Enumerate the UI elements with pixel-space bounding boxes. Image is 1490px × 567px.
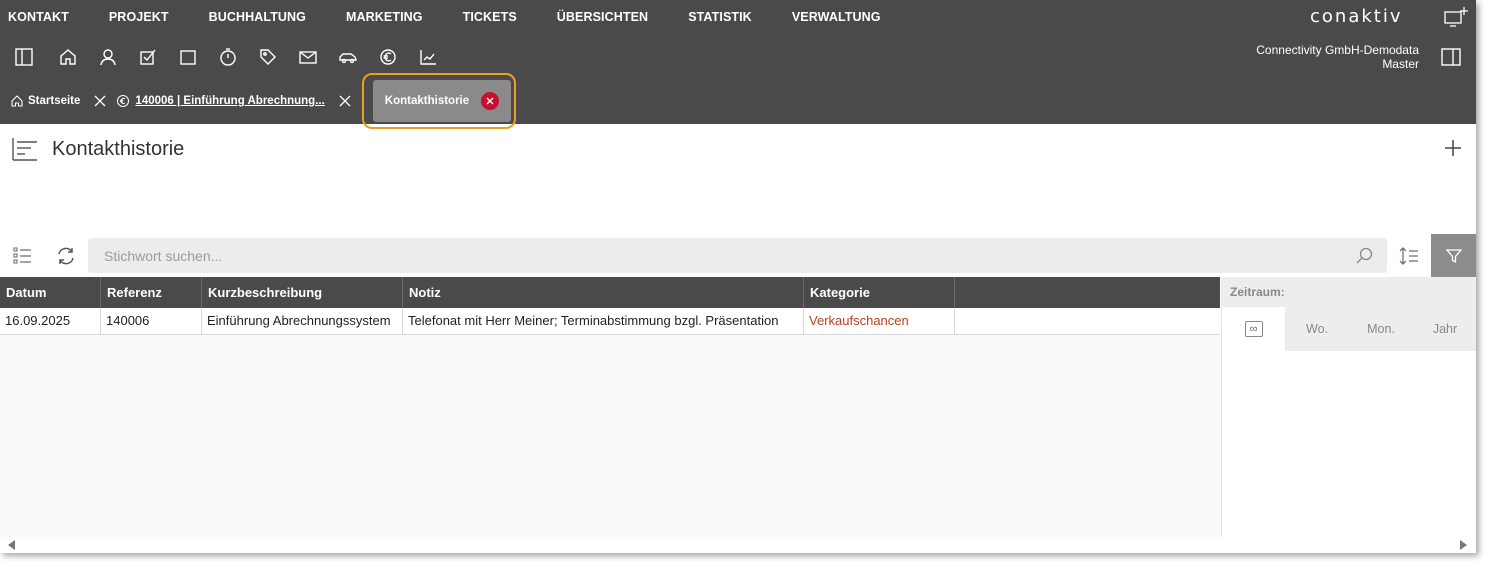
horizontal-scrollbar[interactable]: [0, 537, 1476, 553]
zeitraum-month-button[interactable]: Mon.: [1349, 307, 1413, 351]
menu-buchhaltung[interactable]: BUCHHALTUNG: [209, 10, 306, 24]
scroll-left-icon[interactable]: [8, 540, 15, 550]
main-menu: KONTAKT PROJEKT BUCHHALTUNG MARKETING TI…: [0, 0, 913, 34]
refresh-icon[interactable]: [55, 245, 77, 267]
zeitraum-label: Zeitraum:: [1222, 277, 1476, 307]
square-icon[interactable]: [168, 42, 208, 72]
company-database: Master: [1382, 57, 1419, 71]
filter-button[interactable]: [1431, 234, 1476, 277]
menu-uebersichten[interactable]: ÜBERSICHTEN: [557, 10, 648, 24]
zeitraum-all-button[interactable]: ∞: [1222, 307, 1285, 351]
close-icon[interactable]: [339, 95, 351, 107]
app-header: KONTAKT PROJEKT BUCHHALTUNG MARKETING TI…: [0, 0, 1476, 129]
conaktiv-logo: conaktiv: [1310, 6, 1403, 27]
monitor-add-icon[interactable]: [1443, 6, 1469, 28]
infinity-icon: ∞: [1244, 321, 1263, 337]
column-header-referenz[interactable]: Referenz: [101, 277, 202, 308]
company-info: Connectivity GmbH-Demodata Master: [1256, 43, 1419, 71]
quick-icon-bar: [0, 42, 448, 72]
zeitraum-week-button[interactable]: Wo.: [1285, 307, 1349, 351]
mail-icon[interactable]: [288, 42, 328, 72]
sidebar-toggle-icon[interactable]: [0, 42, 48, 72]
stopwatch-icon[interactable]: [208, 42, 248, 72]
menu-tickets[interactable]: TICKETS: [463, 10, 517, 24]
cell-kurzbeschreibung: Einführung Abrechnungssystem: [202, 308, 403, 335]
close-tab-button[interactable]: [481, 92, 500, 110]
scroll-right-icon[interactable]: [1460, 540, 1467, 550]
add-icon[interactable]: [1441, 136, 1465, 160]
tag-icon[interactable]: [248, 42, 288, 72]
euro-icon: [117, 95, 130, 107]
tab-label: Kontakthistorie: [384, 95, 470, 107]
cell-referenz: 140006: [101, 308, 202, 335]
menu-marketing[interactable]: MARKETING: [346, 10, 423, 24]
column-header-notiz[interactable]: Notiz: [403, 277, 804, 308]
task-checkbox-icon[interactable]: [128, 42, 168, 72]
table-header: Datum Referenz Kurzbeschreibung Notiz Ka…: [0, 277, 1220, 308]
person-icon[interactable]: [88, 42, 128, 72]
home-icon[interactable]: [48, 42, 88, 72]
filter-icon: [1445, 248, 1462, 263]
tab-kontakthistorie[interactable]: Kontakthistorie: [361, 73, 516, 129]
app-window: KONTAKT PROJEKT BUCHHALTUNG MARKETING TI…: [0, 0, 1476, 553]
menu-verwaltung[interactable]: VERWALTUNG: [792, 10, 881, 24]
cell-kategorie: Verkaufschancen: [804, 308, 955, 335]
column-header-datum[interactable]: Datum: [0, 277, 101, 308]
euro-icon[interactable]: [368, 42, 408, 72]
statistics-chart-icon[interactable]: [408, 42, 448, 72]
tab-label: 140006 | Einführung Abrechnung...: [135, 95, 325, 107]
car-icon[interactable]: [328, 42, 368, 72]
menu-kontakt[interactable]: KONTAKT: [8, 10, 69, 24]
column-header-kurzbeschreibung[interactable]: Kurzbeschreibung: [202, 277, 403, 308]
tab-bar: Startseite 140006 | Einführung Abrechnun…: [0, 73, 516, 129]
search-input[interactable]: [88, 238, 1387, 273]
search-icon[interactable]: [1355, 246, 1375, 266]
cell-datum: 16.09.2025: [0, 308, 101, 335]
side-panel-icon[interactable]: [1440, 47, 1462, 67]
list-settings-icon[interactable]: [12, 245, 34, 267]
tab-label: Startseite: [28, 95, 81, 107]
sort-icon[interactable]: [1398, 245, 1420, 267]
zeitraum-options: ∞ Wo. Mon. Jahr: [1222, 307, 1476, 351]
column-header-kategorie[interactable]: Kategorie: [804, 277, 955, 308]
page-title: Kontakthistorie: [52, 138, 185, 160]
home-icon: [11, 95, 23, 107]
tab-startseite[interactable]: Startseite: [0, 80, 116, 122]
zeitraum-year-button[interactable]: Jahr: [1413, 307, 1476, 351]
menu-projekt[interactable]: PROJEKT: [109, 10, 169, 24]
list-view-icon: [12, 138, 37, 161]
close-icon[interactable]: [94, 95, 106, 107]
contact-history-table: Datum Referenz Kurzbeschreibung Notiz Ka…: [0, 277, 1220, 537]
tab-reference[interactable]: 140006 | Einführung Abrechnung...: [116, 80, 360, 122]
table-row[interactable]: 16.09.2025 140006 Einführung Abrechnungs…: [0, 308, 1220, 335]
company-name: Connectivity GmbH-Demodata: [1256, 43, 1419, 57]
zeitraum-panel: Zeitraum: ∞ Wo. Mon. Jahr: [1221, 277, 1476, 537]
cell-notiz: Telefonat mit Herr Meiner; Terminabstimm…: [403, 308, 804, 335]
menu-statistik[interactable]: STATISTIK: [688, 10, 752, 24]
close-icon: [486, 97, 494, 105]
